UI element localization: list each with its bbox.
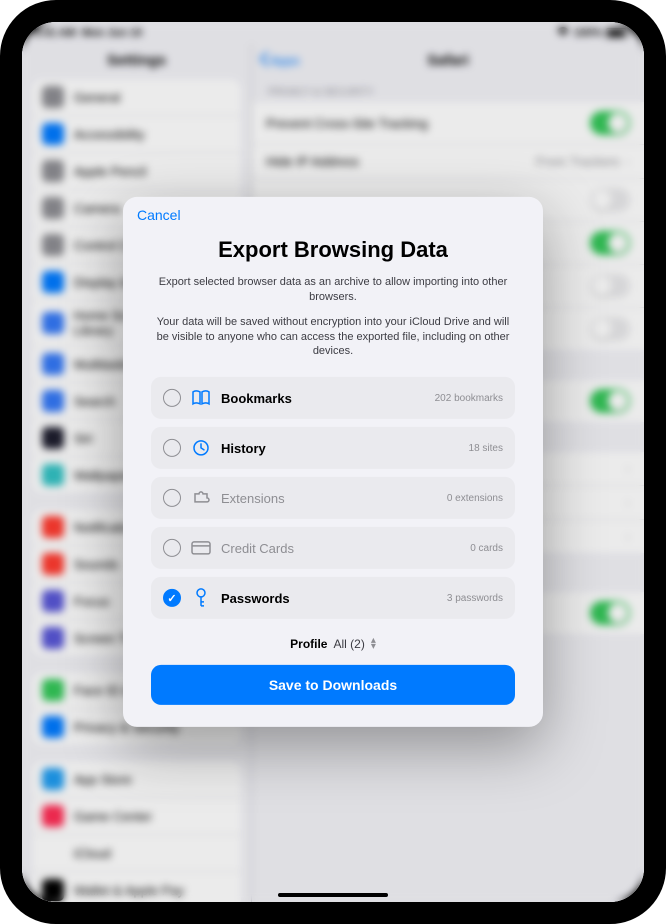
modal-title: Export Browsing Data	[151, 237, 515, 263]
export-count: 0 extensions	[447, 493, 503, 504]
up-down-icon: ▴▾	[371, 638, 376, 650]
card-icon	[191, 538, 211, 558]
export-label: Credit Cards	[221, 541, 460, 556]
clock-icon	[191, 438, 211, 458]
book-icon	[191, 388, 211, 408]
export-modal: Cancel Export Browsing Data Export selec…	[123, 197, 543, 727]
ipad-frame: 9:41 AM Mon Jun 10 100% Settings General…	[0, 0, 666, 924]
export-label: History	[221, 441, 459, 456]
radio-extensions	[163, 489, 181, 507]
home-indicator[interactable]	[278, 893, 388, 897]
export-label: Bookmarks	[221, 391, 425, 406]
cancel-button[interactable]: Cancel	[137, 207, 181, 223]
modal-desc-2: Your data will be saved without encrypti…	[151, 315, 515, 360]
export-item-credit: Credit Cards 0 cards	[151, 527, 515, 569]
save-button[interactable]: Save to Downloads	[151, 665, 515, 705]
export-count: 202 bookmarks	[435, 393, 503, 404]
radio-history[interactable]	[163, 439, 181, 457]
radio-passwords[interactable]	[163, 589, 181, 607]
modal-desc-1: Export selected browser data as an archi…	[151, 275, 515, 305]
export-item-history[interactable]: History 18 sites	[151, 427, 515, 469]
export-item-bookmarks[interactable]: Bookmarks 202 bookmarks	[151, 377, 515, 419]
export-item-extensions: Extensions 0 extensions	[151, 477, 515, 519]
profile-selector[interactable]: Profile All (2) ▴▾	[151, 637, 515, 651]
export-item-passwords[interactable]: Passwords 3 passwords	[151, 577, 515, 619]
radio-bookmarks[interactable]	[163, 389, 181, 407]
puzzle-icon	[191, 488, 211, 508]
profile-label: Profile	[290, 637, 327, 651]
radio-credit	[163, 539, 181, 557]
profile-value: All (2)	[333, 637, 364, 651]
export-label: Extensions	[221, 491, 437, 506]
export-count: 3 passwords	[447, 593, 503, 604]
export-count: 0 cards	[470, 543, 503, 554]
screen: 9:41 AM Mon Jun 10 100% Settings General…	[22, 22, 644, 902]
export-count: 18 sites	[469, 443, 503, 454]
export-label: Passwords	[221, 591, 437, 606]
key-icon	[191, 588, 211, 608]
